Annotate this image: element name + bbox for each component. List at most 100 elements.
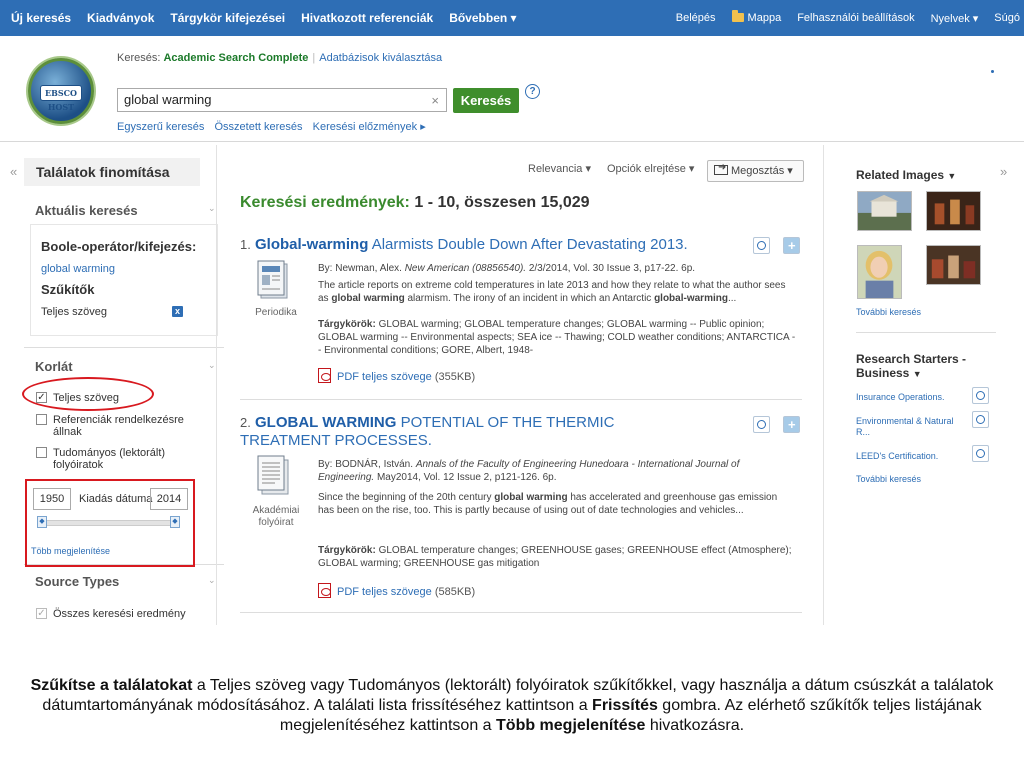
results-heading: Keresési eredmények: 1 - 10, összesen 15… [240, 194, 590, 212]
caption-text: hivatkozásra. [645, 717, 745, 734]
search-header: EBSCO HOST Keresés: Academic Search Comp… [0, 36, 1024, 142]
subjects-text[interactable]: GLOBAL warming; GLOBAL temperature chang… [318, 319, 795, 356]
relevance-sort-dropdown[interactable]: Relevancia ▾ [528, 162, 591, 175]
all-results-label[interactable]: Összes keresési eredmény [53, 608, 213, 620]
remove-limiter-icon[interactable]: x [172, 306, 183, 317]
preview-icon[interactable] [753, 416, 770, 433]
pdf-size: (585KB) [434, 586, 476, 598]
page-options-dropdown[interactable]: Opciók elrejtése ▾ [607, 162, 694, 175]
nav-help[interactable]: Súgó [986, 12, 1024, 24]
nav-subject-terms[interactable]: Tárgykör kifejezései [162, 11, 293, 25]
ebsco-logo[interactable]: EBSCO HOST [28, 58, 94, 124]
date-slider-track[interactable] [39, 520, 179, 526]
search-button[interactable]: Keresés [453, 88, 519, 113]
research-starters-heading[interactable]: Research Starters - Business ▼ [856, 352, 996, 381]
nav-more[interactable]: Bővebben ▾ [441, 11, 524, 25]
folder-icon [731, 10, 744, 22]
nav-languages[interactable]: Nyelvek ▾ [923, 12, 987, 25]
subjects-label: Tárgykörök: [318, 319, 376, 330]
limit-heading[interactable]: Korlát [35, 359, 73, 374]
starter-link-leed[interactable]: LEED's Certification. [856, 451, 938, 462]
abstract-text: ... [727, 293, 737, 304]
result-1-subjects: Tárgykörök: GLOBAL warming; GLOBAL tempe… [318, 318, 796, 357]
preview-icon[interactable] [972, 445, 989, 462]
advanced-search-link[interactable]: Összetett keresés [215, 121, 303, 133]
preview-icon[interactable] [972, 387, 989, 404]
nav-login[interactable]: Belépés [668, 12, 724, 24]
academic-journal-icon [257, 455, 289, 495]
related-image-thumbnail[interactable] [857, 245, 902, 299]
subjects-text[interactable]: GLOBAL temperature changes; GREENHOUSE g… [318, 545, 792, 569]
result-2-pdf-link[interactable]: PDF teljes szövege (585KB) [318, 583, 475, 598]
references-available-checkbox[interactable] [36, 414, 47, 425]
corner-dot [991, 70, 994, 73]
collapse-left-icon[interactable]: « [10, 164, 17, 179]
related-image-thumbnail[interactable] [857, 191, 912, 231]
add-to-folder-icon[interactable] [783, 237, 800, 254]
pubtype-label: Akadémiai folyóirat [252, 505, 300, 528]
abstract-highlight: global warming [494, 492, 568, 503]
limiter-fulltext: Teljes szöveg [41, 306, 108, 318]
current-search-heading[interactable]: Aktuális keresés [35, 203, 138, 218]
pdf-size: (355KB) [434, 371, 476, 383]
search-database-line: Keresés: Academic Search Complete | Adatbá… [117, 52, 442, 64]
research-starters-label: Research Starters - Business [856, 352, 967, 380]
collapse-right-icon[interactable]: » [1000, 164, 1007, 179]
related-images-heading[interactable]: Related Images ▼ [856, 168, 956, 182]
starter-link-environmental[interactable]: Environmental & Natural R... [856, 416, 956, 438]
nav-new-search[interactable]: Új keresés [0, 11, 79, 25]
limiters-label: Szűkítők [41, 282, 95, 297]
choose-databases-link[interactable]: Adatbázisok kiválasztása [319, 52, 442, 64]
abstract-text: Since the beginning of the 20th century [318, 492, 495, 503]
chevron-down-icon[interactable]: ⌄ [208, 360, 216, 371]
date-slider-handle-end[interactable]: ◆ [170, 516, 180, 528]
result-details: May2014, Vol. 12 Issue 2, p121-126. 6p. [376, 472, 557, 483]
search-history-link[interactable]: Keresési előzmények ▸ [313, 121, 426, 133]
nav-publications[interactable]: Kiadványok [79, 11, 162, 25]
nav-folder[interactable]: Mappa [724, 10, 790, 24]
related-image-thumbnail[interactable] [926, 245, 981, 285]
all-results-checkbox[interactable]: ✓ [36, 608, 47, 619]
date-slider-handle-start[interactable]: ◆ [37, 516, 47, 528]
search-mode-links: Egyszerű keresés Összetett keresés Keres… [117, 120, 433, 133]
more-starters-link[interactable]: További keresés [856, 474, 921, 485]
result-1-title[interactable]: 1. Global-warming Alarmists Double Down … [240, 236, 688, 253]
source-types-heading[interactable]: Source Types [35, 574, 119, 589]
more-images-link[interactable]: További keresés [856, 307, 921, 318]
chevron-down-icon[interactable]: ⌄ [208, 575, 216, 586]
result-1-byline: By: Newman, Alex. New American (08856540… [318, 262, 796, 275]
date-from-input[interactable]: 1950 [33, 488, 71, 510]
periodical-icon [257, 260, 288, 299]
starter-link-insurance[interactable]: Insurance Operations. [856, 392, 945, 403]
add-to-folder-icon[interactable] [783, 416, 800, 433]
nav-cited-references[interactable]: Hivatkozott referenciák [293, 11, 441, 25]
clear-icon[interactable]: × [431, 93, 439, 108]
abstract-highlight: global warming [331, 293, 405, 304]
pubtype-label: Periodika [255, 307, 297, 318]
scholarly-journals-checkbox[interactable] [36, 447, 47, 458]
pdf-icon [318, 368, 331, 383]
chevron-down-icon[interactable]: ⌄ [208, 203, 216, 214]
preview-icon[interactable] [753, 237, 770, 254]
caret-down-icon: ▼ [912, 369, 922, 379]
separator: | [312, 52, 316, 64]
preview-icon[interactable] [972, 411, 989, 428]
basic-search-link[interactable]: Egyszerű keresés [117, 121, 204, 133]
result-author: By: BODNÁR, István. [318, 459, 414, 470]
references-available-label[interactable]: Referenciák rendelkezésre állnak [53, 414, 203, 438]
nav-preferences[interactable]: Felhasználói beállítások [789, 12, 922, 24]
result-1-pdf-link[interactable]: PDF teljes szövege (355KB) [318, 368, 475, 383]
result-2-title[interactable]: 2. GLOBAL WARMING POTENTIAL OF THE THERM… [240, 414, 615, 431]
result-2-title-line-2[interactable]: TREATMENT PROCESSES. [240, 432, 432, 449]
help-icon[interactable]: ? [525, 84, 540, 99]
related-image-thumbnail[interactable] [926, 191, 981, 231]
date-to-input[interactable]: 2014 [150, 488, 188, 510]
scholarly-journals-label[interactable]: Tudományos (lektorált) folyóiratok [53, 447, 193, 471]
result-2-byline: By: BODNÁR, István. Annals of the Facult… [318, 458, 796, 484]
show-more-link[interactable]: Több megjelenítése [31, 546, 110, 556]
boolean-value-link[interactable]: global warming [41, 263, 115, 275]
search-input[interactable]: global warming × [117, 88, 447, 112]
share-button[interactable]: Megosztás ▾ [707, 160, 804, 182]
publication-date-label: Kiadás dátuma [79, 493, 153, 505]
results-count: 1 - 10, összesen 15,029 [414, 194, 590, 211]
